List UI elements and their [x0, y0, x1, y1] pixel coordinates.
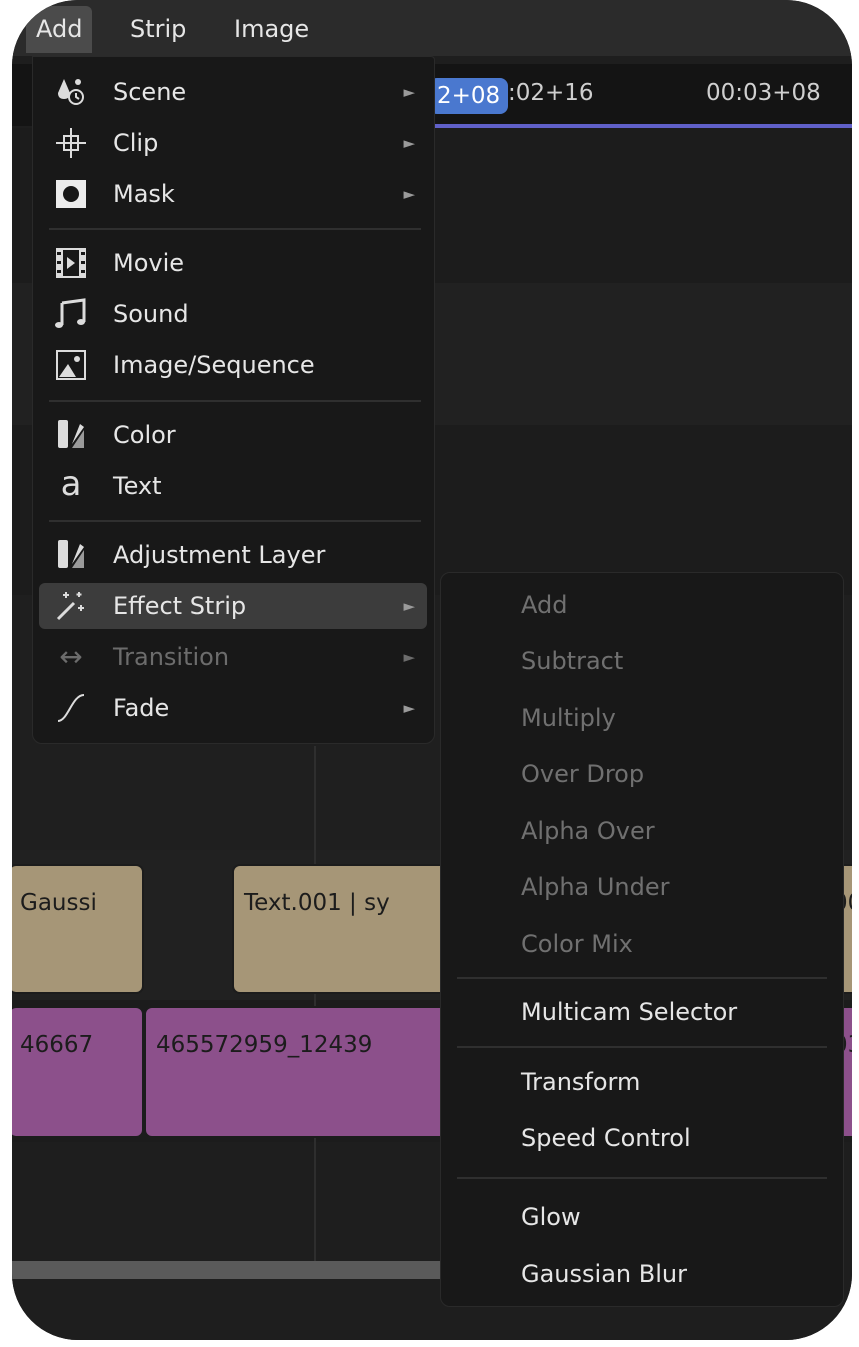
menu-item-transition[interactable]: ↔ Transition ►	[39, 634, 427, 680]
strip-label: 46667	[20, 1032, 94, 1058]
strip-label: 465572959_12439	[156, 1032, 373, 1058]
menu-item-label: Text	[113, 472, 162, 500]
menu-item-label: Effect Strip	[113, 592, 247, 620]
menu-item-label: Fade	[113, 694, 170, 722]
magic-wand-icon	[53, 589, 89, 623]
strip-gaussian[interactable]: Gaussi	[12, 864, 144, 994]
time-tick: 00:03+08	[706, 80, 821, 106]
time-tick: :02+16	[508, 80, 594, 106]
submenu-item-glow[interactable]: Glow	[521, 1203, 581, 1231]
submenu-arrow-icon: ►	[403, 597, 415, 615]
menu-item-label: Adjustment Layer	[113, 541, 326, 569]
submenu-arrow-icon: ►	[403, 185, 415, 203]
submenu-arrow-icon: ►	[403, 648, 415, 666]
current-frame-indicator[interactable]: 2+08	[429, 78, 509, 114]
strip-movie[interactable]: 465572959_12439	[144, 1006, 452, 1138]
menu-item-label: Sound	[113, 300, 189, 328]
adjustment-layer-icon	[53, 538, 89, 572]
menu-separator	[49, 520, 421, 522]
scene-icon	[53, 75, 89, 109]
menu-item-movie[interactable]: Movie	[39, 240, 427, 286]
menu-item-fade[interactable]: Fade ►	[39, 685, 427, 731]
sound-icon	[53, 297, 89, 331]
menu-item-mask[interactable]: Mask ►	[39, 171, 427, 217]
submenu-item-transform[interactable]: Transform	[521, 1068, 640, 1096]
strip-movie[interactable]: 46667	[12, 1006, 144, 1138]
effect-strip-submenu: Add Subtract Multiply Over Drop Alpha Ov…	[440, 572, 844, 1307]
mask-icon	[53, 177, 89, 211]
menu-separator	[457, 1177, 827, 1179]
clip-icon	[53, 126, 89, 160]
menu-item-sound[interactable]: Sound	[39, 291, 427, 337]
submenu-item-add[interactable]: Add	[521, 591, 567, 619]
strip-label: Text.001 | sy	[244, 890, 390, 916]
menu-add[interactable]: Add	[26, 6, 93, 53]
submenu-item-subtract[interactable]: Subtract	[521, 647, 623, 675]
submenu-arrow-icon: ►	[403, 134, 415, 152]
menu-item-color[interactable]: Color	[39, 412, 427, 458]
menu-separator	[49, 228, 421, 230]
menu-item-label: Movie	[113, 249, 185, 277]
submenu-item-alpha-under[interactable]: Alpha Under	[521, 873, 670, 901]
submenu-item-alpha-over[interactable]: Alpha Over	[521, 817, 655, 845]
menu-separator	[49, 400, 421, 402]
fade-curve-icon	[53, 691, 89, 725]
image-icon	[53, 348, 89, 382]
strip-text[interactable]: Text.001 | sy	[232, 864, 452, 994]
sequencer-window: Add Strip Image 2+08 :02+16 00:03+08 Gau…	[12, 0, 852, 1340]
menu-strip[interactable]: Strip	[130, 15, 186, 43]
submenu-item-color-mix[interactable]: Color Mix	[521, 930, 633, 958]
menubar: Add Strip Image	[12, 0, 852, 56]
menu-item-adjustment-layer[interactable]: Adjustment Layer	[39, 532, 427, 578]
movie-icon	[53, 246, 89, 280]
menu-separator	[457, 977, 827, 979]
strip-label: Gaussi	[20, 890, 97, 916]
menu-item-label: Color	[113, 421, 176, 449]
color-icon	[53, 418, 89, 452]
submenu-item-multicam-selector[interactable]: Multicam Selector	[521, 998, 737, 1026]
horizontal-scrollbar[interactable]	[12, 1261, 452, 1279]
menu-item-clip[interactable]: Clip ►	[39, 120, 427, 166]
menu-item-label: Image/Sequence	[113, 351, 315, 379]
menu-item-label: Mask	[113, 180, 175, 208]
menu-item-label: Scene	[113, 78, 187, 106]
add-menu: Scene ► Clip ► Mask ► Movie Sound Image/…	[32, 56, 435, 744]
menu-item-label: Clip	[113, 129, 159, 157]
text-icon: a	[60, 464, 82, 504]
menu-item-text[interactable]: a Text	[39, 463, 427, 509]
submenu-item-multiply[interactable]: Multiply	[521, 704, 616, 732]
menu-separator	[457, 1046, 827, 1048]
menu-item-effect-strip[interactable]: Effect Strip ►	[39, 583, 427, 629]
submenu-item-over-drop[interactable]: Over Drop	[521, 760, 644, 788]
menu-item-scene[interactable]: Scene ►	[39, 69, 427, 115]
transition-arrows-icon: ↔	[59, 640, 83, 673]
menu-item-label: Transition	[113, 643, 230, 671]
submenu-item-speed-control[interactable]: Speed Control	[521, 1124, 691, 1152]
menu-item-image-sequence[interactable]: Image/Sequence	[39, 342, 427, 388]
submenu-arrow-icon: ►	[403, 83, 415, 101]
submenu-arrow-icon: ►	[403, 699, 415, 717]
submenu-item-gaussian-blur[interactable]: Gaussian Blur	[521, 1260, 687, 1288]
menu-image[interactable]: Image	[234, 15, 309, 43]
